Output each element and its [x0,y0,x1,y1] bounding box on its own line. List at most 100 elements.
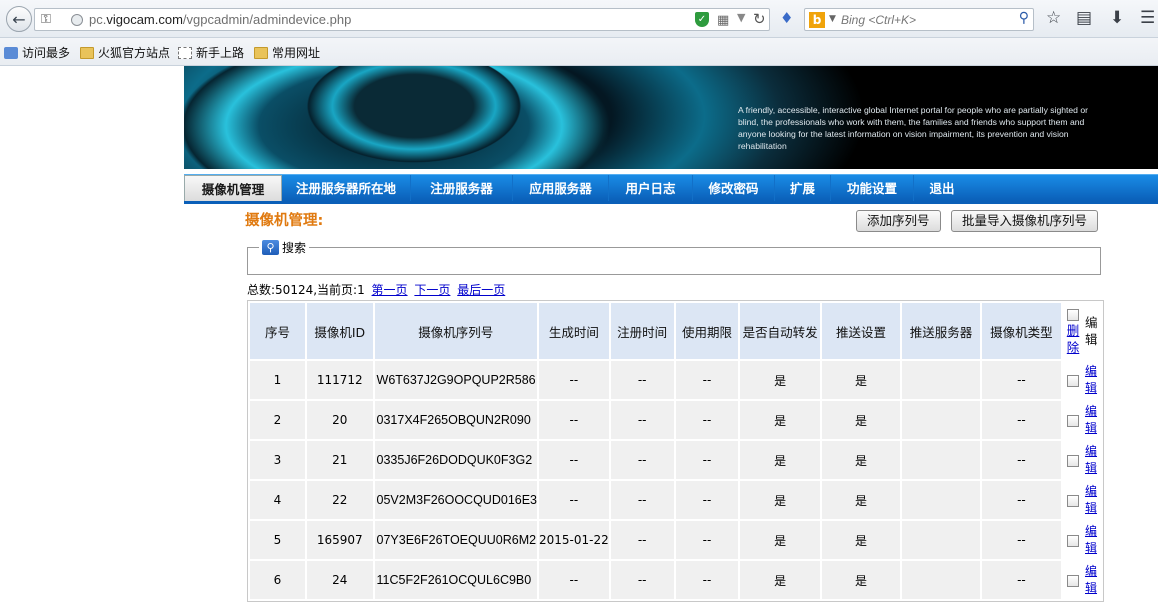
blank-page-icon [178,46,192,59]
bookmarks-bar: 访问最多 火狐官方站点 新手上路 常用网址 [0,38,1158,66]
cell-created: -- [539,561,609,599]
download-icon[interactable]: ⬇ [1110,8,1124,28]
add-serial-button[interactable]: 添加序列号 [856,210,941,232]
cell-push-server [902,481,980,519]
col-header-delete: 删除 [1063,303,1083,359]
select-all-checkbox[interactable] [1067,309,1080,321]
cell-serial: 07Y3E6F26TOEQUU0R6M2 [374,521,538,559]
banner-text: A friendly, accessible, interactive glob… [738,105,1088,151]
edit-link[interactable]: 编辑 [1085,523,1099,557]
cell-select [1063,521,1083,559]
next-page-link[interactable]: 下一页 [414,283,450,297]
cell-push-server [902,361,980,399]
delete-link[interactable]: 删除 [1066,322,1080,356]
cell-no: 4 [250,481,305,519]
nav-logout[interactable]: 退出 [914,175,970,202]
bookmark-most-visited[interactable]: 访问最多 [4,44,70,61]
edit-link[interactable]: 编辑 [1085,563,1099,597]
edit-link[interactable]: 编辑 [1085,443,1099,477]
back-button[interactable]: ← [6,6,32,32]
col-header-camera-type: 摄像机类型 [981,303,1062,359]
bookmark-star-icon[interactable]: ☆ [1046,8,1061,28]
cell-push-server [902,401,980,439]
nav-reg-server[interactable]: 注册服务器 [411,175,513,202]
cell-auto-forward: 是 [740,561,820,599]
cell-term: -- [675,521,739,559]
edit-link[interactable]: 编辑 [1085,403,1099,437]
bookmark-firefox-site[interactable]: 火狐官方站点 [80,44,170,61]
cell-created: -- [539,481,609,519]
cell-select [1063,441,1083,479]
nav-change-password[interactable]: 修改密码 [693,175,775,202]
page-title: 摄像机管理: [245,213,324,229]
extension-icon[interactable]: ♦ [780,9,793,27]
cell-select [1063,361,1083,399]
table-row: 3 21 0335J6F26DODQUK0F3G2 -- -- -- 是 是 -… [250,441,1101,479]
dropdown-arrow-icon[interactable]: ▼ [737,11,745,24]
nav-feature-settings[interactable]: 功能设置 [831,175,914,202]
bookmark-getting-started[interactable]: 新手上路 [178,44,244,61]
address-bar[interactable]: ⚿ pc.vigocam.com/vgpcadmin/admindevice.p… [34,8,770,31]
col-header-auto-forward: 是否自动转发 [740,303,820,359]
search-panel [247,247,1101,275]
menu-icon[interactable]: ☰ [1140,8,1155,28]
row-checkbox[interactable] [1067,494,1080,507]
cell-edit: 编辑 [1085,361,1101,399]
row-checkbox[interactable] [1067,454,1080,467]
table-row: 1 111712 W6T637J2G9OPQUP2R586 -- -- -- 是… [250,361,1101,399]
cell-push: 是 [821,361,901,399]
cell-edit: 编辑 [1085,481,1101,519]
search-bar[interactable]: b ▼ Bing <Ctrl+K> ⚲ [804,8,1034,31]
nav-user-log[interactable]: 用户日志 [609,175,693,202]
table-row: 5 165907 07Y3E6F26TOEQUU0R6M2 2015-01-22… [250,521,1101,559]
cell-push: 是 [821,481,901,519]
row-checkbox[interactable] [1067,414,1080,427]
table-row: 2 20 0317X4F265OBQUN2R090 -- -- -- 是 是 -… [250,401,1101,439]
cell-push-server [902,441,980,479]
bookmark-common-urls[interactable]: 常用网址 [254,44,320,61]
cell-auto-forward: 是 [740,361,820,399]
reading-list-icon[interactable]: ▤ [1076,8,1092,28]
cell-edit: 编辑 [1085,521,1101,559]
url-text: pc.vigocam.com/vgpcadmin/admindevice.php [89,12,352,27]
bulk-import-button[interactable]: 批量导入摄像机序列号 [951,210,1099,232]
search-placeholder: Bing <Ctrl+K> [841,13,917,27]
search-engine-dropdown-icon[interactable]: ▼ [829,14,836,24]
row-checkbox[interactable] [1067,534,1080,547]
shield-icon[interactable]: ✓ [695,12,709,27]
nav-reg-server-location[interactable]: 注册服务器所在地 [282,175,411,202]
cell-no: 3 [250,441,305,479]
bing-logo-icon[interactable]: b [809,12,825,28]
cell-camera-type: -- [981,441,1062,479]
nav-camera-management[interactable]: 摄像机管理 [184,175,282,202]
search-icon[interactable]: ⚲ [1019,10,1029,26]
pagination: 总数:50124,当前页:1 第一页 下一页 最后一页 [247,281,505,298]
row-checkbox[interactable] [1067,574,1080,587]
cell-auto-forward: 是 [740,441,820,479]
nav-extend[interactable]: 扩展 [775,175,831,202]
reload-icon[interactable]: ↻ [753,10,766,28]
edit-link[interactable]: 编辑 [1085,483,1099,517]
last-page-link[interactable]: 最后一页 [457,283,505,297]
edit-link[interactable]: 编辑 [1085,363,1099,397]
folder-icon [80,46,94,59]
search-label: 搜索 [282,241,307,255]
pagination-summary: 总数:50124,当前页:1 [247,283,365,297]
cell-push-server [902,561,980,599]
first-page-link[interactable]: 第一页 [372,283,408,297]
bookmark-label: 新手上路 [196,46,245,60]
col-header-serial: 摄像机序列号 [374,303,538,359]
cell-term: -- [675,481,739,519]
cell-camera-id: 24 [306,561,373,599]
search-icon: ⚲ [262,240,279,255]
folder-icon [254,46,268,59]
header-banner: A friendly, accessible, interactive glob… [184,66,1158,169]
back-arrow-icon: ← [12,9,26,29]
row-checkbox[interactable] [1067,374,1080,387]
cell-camera-type: -- [981,521,1062,559]
nav-app-server[interactable]: 应用服务器 [513,175,609,202]
camera-table: 序号 摄像机ID 摄像机序列号 生成时间 注册时间 使用期限 是否自动转发 推送… [247,300,1104,602]
table-header-row: 序号 摄像机ID 摄像机序列号 生成时间 注册时间 使用期限 是否自动转发 推送… [250,303,1101,359]
qr-code-icon[interactable]: ▦ [717,13,729,28]
search-legend[interactable]: ⚲ 搜索 [259,239,310,256]
